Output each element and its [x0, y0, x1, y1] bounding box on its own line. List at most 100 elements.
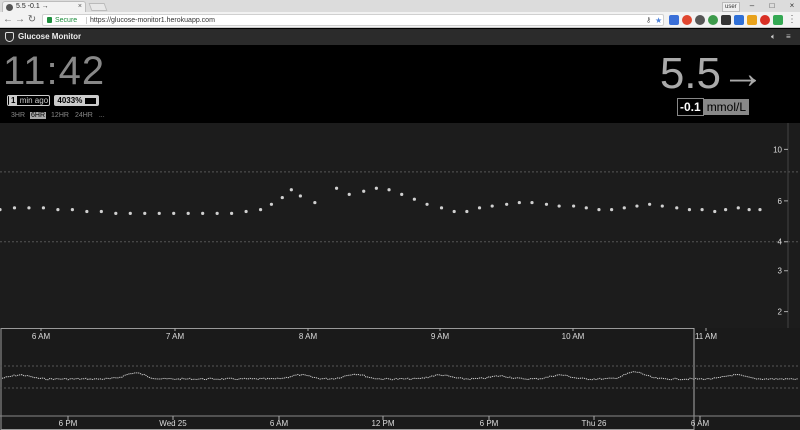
- bg-data-point: [724, 208, 728, 212]
- browser-toolbar: ← → ↻ Secure https://glucose-monitor1.he…: [0, 12, 800, 28]
- reload-icon[interactable]: ↻: [26, 13, 38, 27]
- y-tick-label: 3: [778, 267, 783, 276]
- range-option[interactable]: ...: [98, 112, 106, 119]
- focus-chart-svg: 2 3 4 6 10: [0, 123, 800, 328]
- bg-data-point: [557, 204, 561, 208]
- bg-data-point: [660, 204, 664, 208]
- browser-tab-title: 5.5 -0.1 →: [16, 3, 49, 10]
- app-title: Glucose Monitor: [18, 32, 82, 41]
- context-chart-svg: 6 AM 7 AM 8 AM 9 AM 10 AM 11 AM 6 PM Wed 25 6 AM…: [0, 328, 800, 430]
- favicon-icon: [6, 4, 13, 11]
- bg-data-point: [258, 208, 263, 212]
- bg-data-point: [298, 194, 302, 198]
- y-tick-label: 2: [778, 308, 783, 317]
- chrome-menu-icon[interactable]: ⋮: [786, 13, 798, 27]
- browser-tab[interactable]: 5.5 -0.1 → ×: [2, 1, 86, 12]
- extension-icon[interactable]: [760, 15, 770, 25]
- context-x-tick-label: 6 AM: [270, 419, 289, 428]
- context-x-tick-label: 6 PM: [480, 419, 499, 428]
- delta-row: -0.1 mmol/L: [677, 98, 750, 116]
- bookmark-star-icon[interactable]: ★: [655, 15, 662, 26]
- new-tab-button[interactable]: [88, 3, 108, 11]
- bg-data-point: [597, 208, 601, 212]
- y-tick-label: 6: [778, 197, 783, 206]
- current-bg: 5.5→: [660, 50, 765, 98]
- bg-data-point: [400, 192, 404, 196]
- bg-data-point: [347, 192, 351, 196]
- key-icon[interactable]: ⚷: [646, 15, 651, 26]
- context-x-tick-label: Wed 25: [159, 419, 187, 428]
- extension-icon[interactable]: [773, 15, 783, 25]
- bg-data-point: [439, 206, 444, 210]
- y-tick-label: 4: [778, 238, 783, 247]
- battery-value: 4033%: [57, 96, 83, 105]
- bg-data-point: [648, 202, 652, 206]
- current-time: 11:42: [3, 49, 106, 93]
- bg-data-point: [572, 204, 576, 208]
- range-option[interactable]: 6HR: [30, 112, 47, 119]
- context-x-tick-label: 12 PM: [371, 419, 394, 428]
- bg-data-point: [244, 209, 248, 214]
- forward-icon[interactable]: →: [14, 13, 26, 27]
- y-tick-label: 10: [773, 145, 782, 154]
- bg-data-point: [452, 209, 456, 214]
- user-profile-button[interactable]: user: [722, 2, 740, 12]
- last-reading-pill: 1 min ago: [7, 95, 51, 106]
- maximize-icon[interactable]: □: [762, 0, 782, 12]
- app-header: Glucose Monitor 🔈︎ ≡: [0, 29, 800, 45]
- bg-data-point: [713, 209, 717, 214]
- menu-icon[interactable]: ≡: [786, 29, 791, 45]
- extension-icon[interactable]: [695, 15, 705, 25]
- extension-icon[interactable]: [747, 15, 757, 25]
- omnibox-divider: [86, 17, 87, 24]
- back-icon[interactable]: ←: [2, 13, 14, 27]
- minutes-ago-value: 1: [9, 96, 18, 105]
- bg-data-point: [635, 204, 639, 208]
- minutes-ago-label: min ago: [19, 96, 49, 105]
- bg-data-point: [517, 200, 521, 205]
- bg-data-point: [85, 209, 89, 214]
- bg-data-point: [610, 208, 614, 212]
- range-option[interactable]: 3HR: [10, 112, 26, 119]
- bg-data-point: [687, 208, 692, 212]
- bg-data-point: [70, 208, 74, 212]
- lock-icon: [47, 17, 52, 23]
- bg-data-point: [27, 206, 31, 210]
- minimize-icon[interactable]: –: [742, 0, 762, 12]
- bg-data-point: [56, 208, 60, 212]
- bg-data-point: [530, 200, 534, 205]
- bg-data-point: [289, 188, 293, 192]
- extension-icon[interactable]: [734, 15, 744, 25]
- extension-icon[interactable]: [721, 15, 731, 25]
- focus-x-tick-label: 8 AM: [299, 332, 318, 341]
- bg-delta: -0.1: [677, 98, 704, 116]
- battery-pill: 4033%: [54, 95, 100, 106]
- bg-data-point: [736, 206, 740, 210]
- range-option[interactable]: 24HR: [74, 112, 94, 119]
- address-bar[interactable]: Secure https://glucose-monitor1.herokuap…: [42, 14, 664, 26]
- extension-icon[interactable]: [669, 15, 679, 25]
- bg-data-point: [387, 188, 391, 192]
- volume-icon[interactable]: 🔈︎: [771, 29, 776, 45]
- url-text[interactable]: https://glucose-monitor1.herokuapp.com: [90, 15, 215, 26]
- bg-data-point: [675, 206, 679, 210]
- bg-data-point: [544, 202, 549, 206]
- extension-icon[interactable]: [708, 15, 718, 25]
- app-logo-icon: [5, 32, 14, 42]
- context-chart[interactable]: 6 AM 7 AM 8 AM 9 AM 10 AM 11 AM 6 PM Wed 25 6 AM…: [0, 328, 800, 430]
- bg-data-point: [412, 197, 416, 201]
- extension-icon[interactable]: [682, 15, 692, 25]
- bg-data-point: [201, 211, 205, 215]
- range-option[interactable]: 12HR: [50, 112, 70, 119]
- bg-data-point: [0, 208, 2, 212]
- bg-data-point: [477, 206, 482, 210]
- focus-x-tick-label: 10 AM: [562, 332, 585, 341]
- focus-chart[interactable]: 2 3 4 6 10: [0, 123, 800, 328]
- focus-x-tick-label: 7 AM: [166, 332, 185, 341]
- focus-x-tick-label: 6 AM: [32, 332, 51, 341]
- tab-close-icon[interactable]: ×: [78, 2, 82, 12]
- bg-data-point: [758, 208, 762, 212]
- focus-x-tick-label: 11 AM: [695, 332, 717, 341]
- window-close-icon[interactable]: ×: [782, 0, 800, 12]
- bg-data-point: [334, 186, 339, 190]
